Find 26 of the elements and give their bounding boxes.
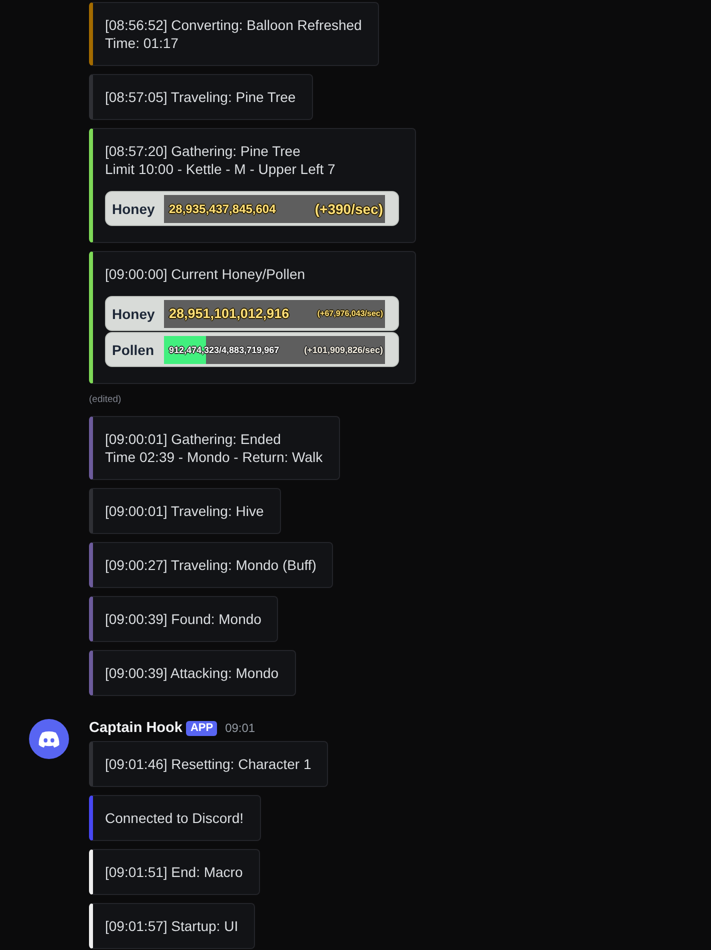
stat-rate: (+67,976,043/sec) — [317, 309, 383, 318]
embed-text: [09:01:51] End: Macro — [105, 863, 243, 881]
embed-text: [09:00:01] Gathering: Ended Time 02:39 - Mondo - Return: Walk — [105, 430, 323, 466]
timestamp: 09:01 — [225, 721, 256, 735]
avatar-icon[interactable] — [29, 719, 69, 759]
embed-text: Connected to Discord! — [105, 809, 244, 827]
stat-rate: (+101,909,826/sec) — [304, 344, 383, 354]
embed-text: [09:00:00] Current Honey/Pollen — [105, 265, 306, 283]
embed-text: [08:57:05] Traveling: Pine Tree — [105, 88, 296, 106]
embed-text: [08:56:52] Converting: Balloon Refreshed Time: 01:17 — [105, 16, 362, 52]
edited-label: (edited) — [89, 393, 122, 407]
embed-text: [09:00:39] Found: Mondo — [105, 610, 262, 628]
stat-value: 28,935,437,845,604 — [169, 202, 276, 216]
embed-text: [08:57:20] Gathering: Pine Tree Limit 10:00 - Kettle - M - Upper Left 7 — [105, 142, 336, 178]
embed-text: [09:00:27] Traveling: Mondo (Buff) — [105, 556, 316, 574]
stat-label: Honey — [112, 306, 156, 322]
stat-label: Honey — [112, 200, 156, 216]
app-badge: APP — [186, 720, 218, 736]
embed-text: [09:00:01] Traveling: Hive — [105, 502, 264, 520]
stat-label: Pollen — [112, 342, 156, 358]
embed-text: [09:00:39] Attacking: Mondo — [105, 664, 279, 682]
embed-text: [09:01:57] Startup: UI — [105, 917, 238, 935]
author-name[interactable]: Captain Hook — [89, 720, 182, 736]
stat-rate: (+390/sec) — [314, 200, 383, 216]
stat-value: 28,951,101,012,916 — [169, 306, 290, 321]
embed-text: [09:01:46] Resetting: Character 1 — [105, 755, 312, 773]
